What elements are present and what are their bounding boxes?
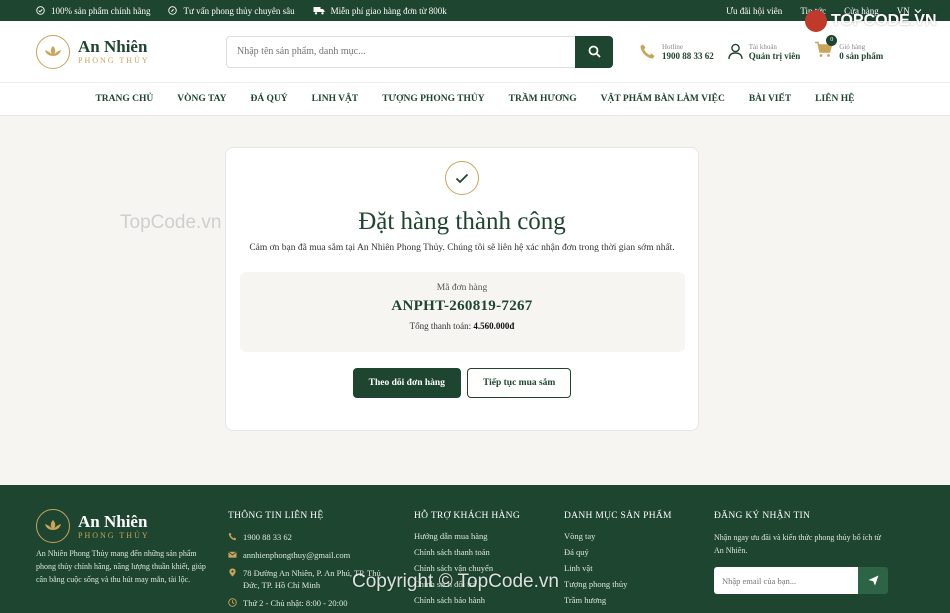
footer-contact-title: THÔNG TIN LIÊN HỆ [228, 511, 324, 521]
footer-about-text: An Nhiên Phong Thủy mang đến những sản p… [36, 549, 206, 584]
nav-mascots[interactable]: LINH VẬT [312, 94, 359, 104]
footer-newsletter-text: Nhận ngay ưu đãi và kiến thức phong thủy… [714, 533, 881, 555]
nav-contact[interactable]: LIÊN HỆ [815, 94, 854, 104]
order-total-label: Tổng thanh toán: [409, 321, 472, 331]
nav-agarwood[interactable]: TRẦM HƯƠNG [509, 94, 577, 104]
account-name: Quản trị viên [748, 50, 801, 61]
topbar-shipping: Miễn phí giao hàng đơn từ 800k [313, 6, 447, 16]
footer-support-title: HỖ TRỢ KHÁCH HÀNG [414, 511, 520, 521]
cart-count-badge: 0 [826, 34, 838, 46]
footer-categories: DANH MỤC SẢN PHẨM Vòng tay Đá quý Linh v… [564, 511, 672, 611]
hotline[interactable]: Hotline 1900 88 33 62 [639, 41, 714, 63]
search-button[interactable] [575, 35, 613, 68]
topbar-genuine-text: 100% sản phẩm chính hãng [51, 5, 151, 16]
hotline-label: Hotline [662, 42, 683, 51]
track-order-button[interactable]: Theo dõi đơn hàng [352, 368, 461, 398]
nav-bracelets[interactable]: VÒNG TAY [177, 94, 226, 104]
watermark-logo: TOPCODE.VN [805, 10, 937, 32]
topbar-consult-text: Tư vấn phong thủy chuyên sâu [183, 5, 295, 16]
watermark-logo-icon [805, 10, 827, 32]
compass-icon [168, 6, 178, 15]
action-buttons: Theo dõi đơn hàng Tiếp tục mua sắm [226, 368, 698, 398]
footer-contact: THÔNG TIN LIÊN HỆ 1900 88 33 62 annhienp… [228, 511, 398, 613]
phone-icon [228, 532, 237, 541]
footer-phone[interactable]: 1900 88 33 62 [228, 531, 398, 543]
topbar-genuine: 100% sản phẩm chính hãng [36, 6, 150, 16]
watermark-side: TopCode.vn [120, 212, 222, 233]
footer-category-link[interactable]: Linh vật [564, 563, 672, 573]
nav-home[interactable]: TRANG CHỦ [95, 94, 153, 104]
footer-phone-text: 1900 88 33 62 [243, 532, 292, 542]
newsletter-email-input[interactable] [714, 567, 858, 594]
footer-email[interactable]: annhienphongthuy@gmail.com [228, 549, 398, 561]
newsletter-form [714, 567, 888, 594]
topbar-link-member[interactable]: Ưu đãi hội viên [726, 6, 782, 16]
watermark-copyright: Copyright © TopCode.vn [352, 571, 559, 592]
footer-lotus-icon [36, 509, 70, 543]
footer-support-link[interactable]: Chính sách thanh toán [414, 547, 520, 557]
order-total: Tổng thanh toán: 4.560.000đ [240, 321, 685, 331]
footer-logo[interactable]: An Nhiên PHONG THỦY [36, 509, 206, 543]
footer-email-text: annhienphongthuy@gmail.com [243, 550, 351, 560]
cart-icon-wrap: 0 [814, 34, 838, 63]
topbar-shipping-text: Miễn phí giao hàng đơn từ 800k [330, 5, 447, 16]
search-icon [588, 45, 601, 58]
cart[interactable]: 0 Giỏ hàng 0 sản phẩm [814, 34, 884, 63]
footer-category-link[interactable]: Vòng tay [564, 531, 672, 541]
footer-brand-name: An Nhiên [78, 511, 148, 531]
send-icon [868, 575, 878, 586]
mail-icon [228, 551, 237, 558]
account[interactable]: Tài khoản Quản trị viên [728, 41, 801, 63]
order-code: ANPHT-260819-7267 [391, 298, 533, 314]
footer-brand-tagline: PHONG THỦY [78, 530, 150, 540]
footer-hours: Thứ 2 - Chủ nhật: 8:00 - 20:00 [228, 597, 398, 609]
footer-hours-text: Thứ 2 - Chủ nhật: 8:00 - 20:00 [243, 598, 348, 608]
phone-icon [640, 44, 655, 59]
topbar-consult: Tư vấn phong thủy chuyên sâu [168, 5, 295, 16]
clock-icon [228, 598, 237, 607]
header-actions: Hotline 1900 88 33 62 Tài khoản Quản trị… [639, 34, 897, 63]
footer-newsletter-title: ĐĂNG KÝ NHẬN TIN [714, 511, 811, 521]
success-check-icon [445, 161, 479, 195]
nav-blog[interactable]: BÀI VIẾT [749, 94, 791, 104]
watermark-logo-text: TOPCODE.VN [831, 12, 937, 29]
order-success-card: Đặt hàng thành công Cảm ơn bạn đã mua sắ… [225, 147, 699, 431]
footer: An Nhiên PHONG THỦY An Nhiên Phong Thủy … [0, 485, 950, 613]
account-label: Tài khoản [748, 42, 777, 51]
main-nav: TRANG CHỦ VÒNG TAY ĐÁ QUÝ LINH VẬT TƯỢNG… [0, 83, 950, 116]
search-bar [226, 35, 613, 68]
brand-name: An Nhiên [78, 37, 148, 56]
footer-support: HỖ TRỢ KHÁCH HÀNG Hướng dẫn mua hàng Chí… [414, 511, 520, 611]
footer-support-link[interactable]: Hướng dẫn mua hàng [414, 531, 520, 541]
map-pin-icon [229, 568, 236, 577]
footer-category-link[interactable]: Đá quý [564, 547, 672, 557]
order-summary: Mã đơn hàng ANPHT-260819-7267 Tổng thanh… [239, 272, 685, 352]
brand-logo[interactable]: An Nhiên PHONG THỦY [36, 34, 226, 69]
search-input[interactable] [226, 35, 575, 68]
continue-shopping-button[interactable]: Tiếp tục mua sắm [466, 368, 572, 398]
brand-tagline: PHONG THỦY [78, 56, 150, 65]
footer-category-link[interactable]: Tượng phong thủy [564, 579, 672, 589]
nav-gems[interactable]: ĐÁ QUÝ [250, 94, 287, 104]
success-title: Đặt hàng thành công [358, 208, 566, 235]
hotline-number: 1900 88 33 62 [662, 50, 714, 61]
cart-summary: 0 sản phẩm [839, 50, 884, 61]
success-message: Cảm ơn bạn đã mua sắm tại An Nhiên Phong… [249, 243, 675, 253]
order-code-label: Mã đơn hàng [436, 283, 488, 293]
order-total-value: 4.560.000đ [473, 321, 515, 331]
user-icon [728, 43, 743, 60]
footer-about: An Nhiên PHONG THỦY An Nhiên Phong Thủy … [36, 509, 206, 586]
footer-newsletter: ĐĂNG KÝ NHẬN TIN Nhận ngay ưu đãi và kiế… [714, 511, 888, 594]
truck-icon [313, 7, 325, 15]
nav-statues[interactable]: TƯỢNG PHONG THỦY [382, 94, 484, 104]
newsletter-submit-button[interactable] [858, 567, 888, 594]
cart-label: Giỏ hàng [839, 42, 866, 51]
footer-support-link[interactable]: Chính sách bảo hành [414, 595, 520, 605]
check-circle-icon [36, 6, 45, 15]
footer-categories-title: DANH MỤC SẢN PHẨM [564, 511, 672, 521]
main-content: Đặt hàng thành công Cảm ơn bạn đã mua sắ… [0, 116, 950, 485]
footer-category-link[interactable]: Trầm hương [564, 595, 672, 605]
lotus-icon [36, 34, 70, 69]
nav-desk-items[interactable]: VẬT PHẨM BÀN LÀM VIỆC [601, 94, 725, 104]
